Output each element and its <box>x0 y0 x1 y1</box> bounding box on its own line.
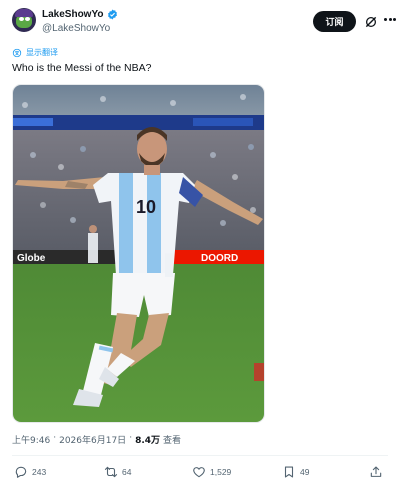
translate-icon <box>12 48 22 57</box>
avatar-eye-right <box>25 17 30 21</box>
upper-stands <box>13 85 264 115</box>
meta-separator: · <box>129 433 133 443</box>
name-row: LakeShowYo <box>42 9 118 20</box>
repost-count: 64 <box>122 467 132 477</box>
bookmark-icon <box>284 466 294 478</box>
heart-icon <box>193 467 205 478</box>
avatar-eye-left <box>19 17 24 21</box>
action-bar: 243 64 1,529 49 <box>12 462 388 482</box>
show-translation-link[interactable]: 显示翻译 <box>12 47 58 58</box>
led-ad-segment <box>193 118 253 126</box>
views-label: 查看 <box>163 436 182 446</box>
bookmark-button[interactable]: 49 <box>282 462 309 482</box>
verified-badge-icon <box>107 9 117 20</box>
share-icon <box>370 466 382 477</box>
tweet-time[interactable]: 上午9:46 <box>12 433 50 446</box>
more-dot <box>388 18 392 21</box>
display-name[interactable]: LakeShowYo <box>42 9 104 20</box>
more-icon[interactable] <box>384 18 396 24</box>
repost-icon <box>104 466 118 478</box>
handle[interactable]: @LakeShowYo <box>42 23 110 34</box>
like-button[interactable]: 1,529 <box>192 462 231 482</box>
ad-board-text-right: DOORD <box>201 253 238 264</box>
tweet-date[interactable]: 2026年6月17日 <box>59 433 126 446</box>
share-button[interactable] <box>369 462 383 482</box>
like-count: 1,529 <box>210 467 232 477</box>
tweet-text: Who is the Messi of the NBA? <box>12 62 152 74</box>
avatar[interactable] <box>12 8 36 32</box>
more-dot <box>384 18 387 21</box>
divider <box>12 455 388 456</box>
more-dot <box>393 18 396 21</box>
reply-icon <box>15 466 27 478</box>
bookmark-count: 49 <box>300 467 310 477</box>
avatar-cap <box>15 9 33 17</box>
ad-board-text-left: Globe <box>17 253 46 264</box>
tweet-meta: 上午9:46 · 2026年6月17日 · 8.4万 查看 <box>12 433 181 446</box>
reply-button[interactable]: 243 <box>14 462 46 482</box>
meta-separator: · <box>53 433 57 443</box>
tweet-photo[interactable]: Globe DOORD 10 <box>12 84 265 423</box>
show-translation-label: 显示翻译 <box>26 48 58 57</box>
views-count: 8.4万 <box>135 436 161 446</box>
reply-count: 243 <box>32 467 47 477</box>
tweet-header: LakeShowYo @LakeShowYo 订阅 <box>12 8 396 40</box>
repost-button[interactable]: 64 <box>104 462 131 482</box>
led-ad-segment <box>13 118 53 126</box>
photo-soccer-player-celebrating: Globe DOORD 10 <box>13 85 264 422</box>
follow-button[interactable]: 订阅 <box>313 11 356 32</box>
grok-icon[interactable] <box>364 15 378 29</box>
jersey-number: 10 <box>136 197 156 217</box>
